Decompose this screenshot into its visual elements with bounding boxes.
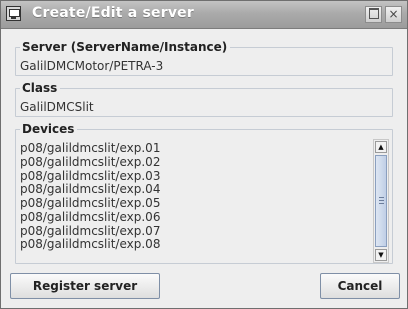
scroll-down-arrow-icon[interactable]: ▼	[375, 249, 387, 261]
list-item[interactable]: p08/galildmcslit/exp.01	[20, 141, 370, 155]
class-label: Class	[20, 81, 61, 95]
title-bar[interactable]: Create/Edit a server ×	[1, 1, 407, 29]
grip-line	[379, 200, 384, 201]
close-button[interactable]: ×	[385, 6, 402, 23]
list-item[interactable]: p08/galildmcslit/exp.03	[20, 169, 370, 183]
devices-list[interactable]: p08/galildmcslit/exp.01 p08/galildmcslit…	[20, 141, 370, 251]
list-item[interactable]: p08/galildmcslit/exp.05	[20, 196, 370, 210]
scrollbar-thumb[interactable]	[375, 155, 387, 247]
devices-label: Devices	[20, 122, 78, 136]
list-item[interactable]: p08/galildmcslit/exp.04	[20, 182, 370, 196]
list-item[interactable]: p08/galildmcslit/exp.08	[20, 237, 370, 251]
maximize-icon	[368, 8, 379, 19]
scroll-up-arrow-icon[interactable]: ▲	[375, 141, 387, 153]
list-item[interactable]: p08/galildmcslit/exp.02	[20, 155, 370, 169]
server-label: Server (ServerName/Instance)	[20, 40, 231, 54]
cancel-button[interactable]: Cancel	[320, 273, 400, 299]
maximize-button[interactable]	[365, 6, 382, 23]
grip-line	[379, 197, 384, 198]
devices-scrollbar[interactable]: ▲ ▼	[373, 139, 389, 263]
terminal-icon[interactable]	[6, 6, 21, 21]
devices-group: Devices p08/galildmcslit/exp.01 p08/gali…	[15, 122, 393, 264]
list-item[interactable]: p08/galildmcslit/exp.07	[20, 224, 370, 238]
class-value: GalilDMCSlit	[20, 100, 94, 114]
register-server-button[interactable]: Register server	[10, 273, 160, 299]
grip-line	[379, 203, 384, 204]
window-title: Create/Edit a server	[32, 5, 194, 21]
create-edit-server-dialog: Create/Edit a server × Server (ServerNam…	[0, 0, 408, 309]
server-group: Server (ServerName/Instance) GalilDMCMot…	[15, 40, 393, 76]
server-value: GalilDMCMotor/PETRA-3	[20, 59, 164, 73]
list-item[interactable]: p08/galildmcslit/exp.06	[20, 210, 370, 224]
class-group: Class GalilDMCSlit	[15, 81, 393, 117]
